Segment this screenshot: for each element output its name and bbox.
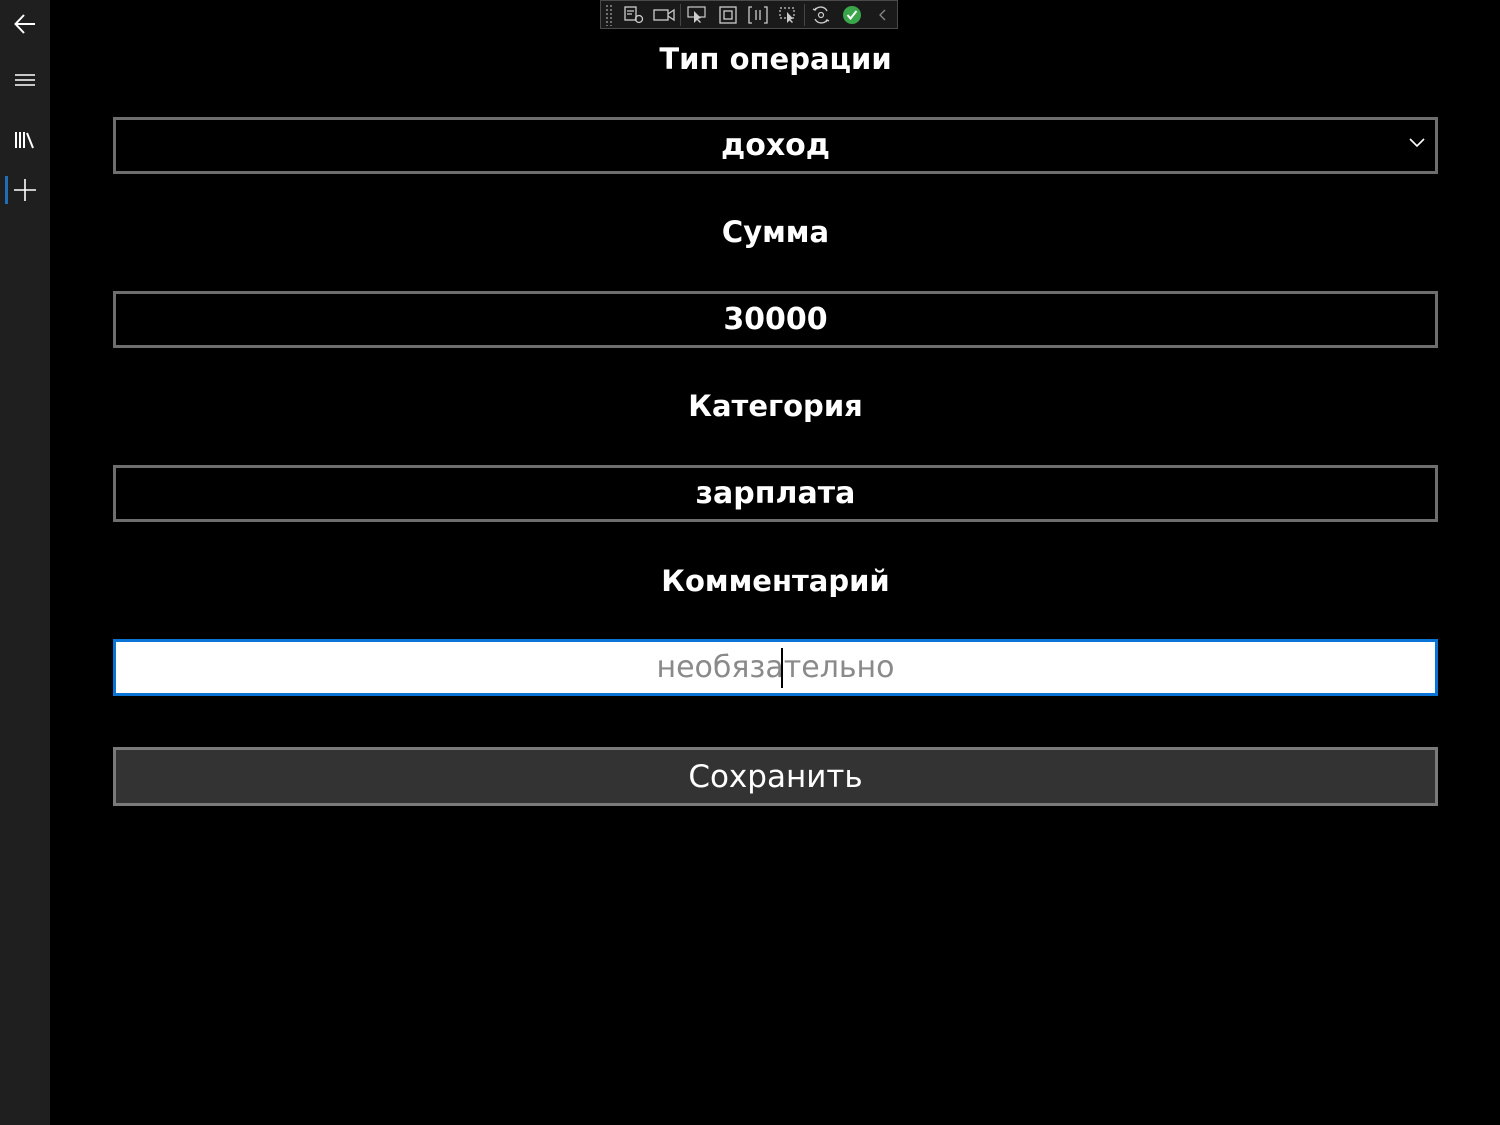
preview-selection-button[interactable]: [773, 1, 803, 28]
live-visual-tree-button[interactable]: [619, 1, 649, 28]
menu-button[interactable]: [0, 58, 50, 102]
record-button[interactable]: [649, 1, 679, 28]
amount-label: Сумма: [721, 215, 830, 249]
toolbar-separator: [804, 3, 806, 26]
video-camera-icon: [653, 8, 675, 21]
hot-reload-button[interactable]: [806, 1, 836, 28]
collapse-chevron-icon: [878, 9, 886, 20]
debug-toolbar: [600, 0, 898, 29]
preview-selection-icon: [779, 6, 795, 23]
back-button[interactable]: [0, 2, 50, 46]
chevron-down-icon: [1409, 137, 1425, 147]
operation-type-label: Тип операции: [659, 42, 892, 76]
library-icon: [15, 132, 34, 149]
nav-item-add[interactable]: [0, 168, 50, 212]
toolbar-grip[interactable]: [605, 3, 613, 26]
nav-item-library[interactable]: [0, 118, 50, 162]
select-element-icon: [687, 5, 707, 23]
amount-field[interactable]: 30000: [113, 291, 1438, 348]
add-icon: [14, 179, 36, 201]
operation-type-selected-value: доход: [720, 128, 831, 163]
category-value: зарплата: [695, 476, 856, 511]
back-arrow-icon: [14, 14, 35, 34]
nav-rail: [0, 0, 50, 1125]
comment-label: Комментарий: [661, 564, 890, 598]
display-layout-adorners-icon: [719, 5, 737, 24]
hot-reload-icon: [813, 5, 830, 24]
checkmark-icon: [842, 5, 861, 24]
category-label: Категория: [688, 389, 863, 423]
track-focus-icon: [748, 5, 768, 24]
text-caret: [781, 648, 783, 688]
status-check-button[interactable]: [837, 1, 867, 28]
select-element-button[interactable]: [682, 1, 712, 28]
collapse-toolbar-button[interactable]: [867, 1, 897, 28]
save-button[interactable]: Сохранить: [113, 747, 1438, 806]
category-field[interactable]: зарплата: [113, 465, 1438, 522]
amount-value: 30000: [723, 302, 828, 337]
display-layout-adorners-button[interactable]: [713, 1, 743, 28]
comment-field[interactable]: [113, 639, 1438, 696]
comment-input[interactable]: [116, 642, 1435, 693]
hamburger-menu-icon: [15, 74, 35, 86]
toolbar-separator: [680, 3, 682, 26]
operation-type-dropdown[interactable]: доход: [113, 117, 1438, 174]
track-focus-button[interactable]: [743, 1, 773, 28]
live-visual-tree-icon: [624, 5, 644, 23]
